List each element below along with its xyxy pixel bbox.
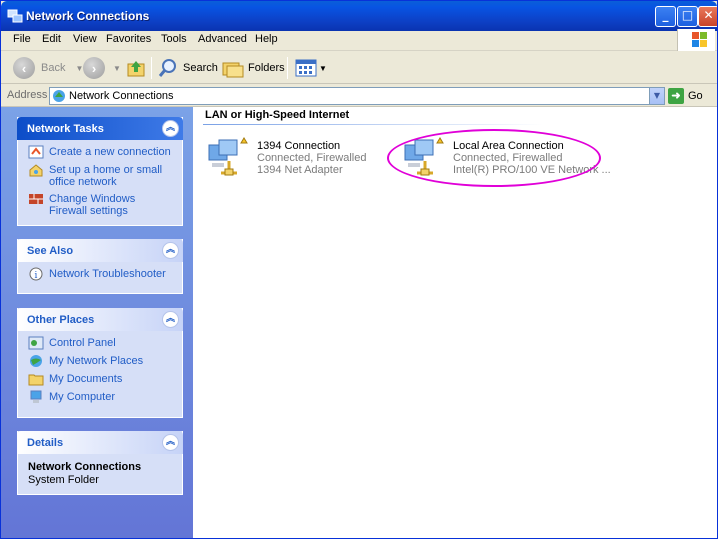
group-divider xyxy=(203,124,543,125)
maximize-button[interactable]: □ xyxy=(677,6,698,27)
connection-device: 1394 Net Adapter xyxy=(257,164,343,176)
network-connections-icon xyxy=(53,90,65,102)
home-network-icon xyxy=(29,164,43,177)
panel-header[interactable]: Details ︽ xyxy=(17,431,183,454)
my-documents-link[interactable]: My Documents xyxy=(28,373,174,386)
window: Network Connections _ □ ✕ File Edit View… xyxy=(0,0,718,539)
address-dropdown-button[interactable]: ▼ xyxy=(649,88,664,104)
toolbar-separator xyxy=(151,57,152,79)
network-troubleshooter-link[interactable]: i Network Troubleshooter xyxy=(28,267,174,281)
panel-title: Details xyxy=(27,437,64,449)
menu-bar: File Edit View Favorites Tools Advanced … xyxy=(1,31,717,51)
go-button[interactable]: ➜ Go xyxy=(668,87,714,105)
menu-edit[interactable]: Edit xyxy=(42,33,61,45)
info-icon: i xyxy=(29,267,43,281)
panel-title: See Also xyxy=(27,245,74,257)
link-label: Control Panel xyxy=(49,337,116,349)
forward-button[interactable]: › ▼ xyxy=(83,56,121,80)
menu-file[interactable]: File xyxy=(13,33,31,45)
windows-logo-icon xyxy=(677,29,715,51)
chevron-down-icon: ▼ xyxy=(113,63,121,73)
views-icon xyxy=(295,59,317,77)
network-connections-icon xyxy=(7,9,23,23)
menu-tools[interactable]: Tools xyxy=(161,33,187,45)
connection-status: Connected, Firewalled xyxy=(257,152,367,164)
back-button[interactable]: ‹ Back ▼ xyxy=(13,56,83,80)
folder-up-icon xyxy=(127,61,145,77)
control-panel-icon xyxy=(28,336,44,350)
details-name: Network Connections xyxy=(28,461,142,473)
highlight-ellipse xyxy=(387,129,601,187)
panel-title: Network Tasks xyxy=(27,123,104,135)
home-network-link[interactable]: Set up a home or small office network xyxy=(28,164,174,188)
minimize-button[interactable]: _ xyxy=(655,6,676,27)
panel-header[interactable]: See Also ︽ xyxy=(17,239,183,262)
back-label: Back xyxy=(41,62,66,74)
back-arrow-icon: ‹ xyxy=(13,57,35,79)
go-label: Go xyxy=(688,90,703,102)
toolbar: ‹ Back ▼ › ▼ Search Folders ▼ xyxy=(1,52,717,84)
menu-help[interactable]: Help xyxy=(255,33,278,45)
address-label: Address xyxy=(7,89,48,101)
forward-arrow-icon: › xyxy=(83,57,105,79)
chevron-down-icon: ▼ xyxy=(319,63,327,73)
globe-icon xyxy=(30,355,42,367)
menu-view[interactable]: View xyxy=(73,33,97,45)
link-label: Create a new connection xyxy=(49,146,171,158)
folders-label: Folders xyxy=(248,62,285,74)
toolbar-separator xyxy=(287,57,288,79)
chevron-up-icon[interactable]: ︽ xyxy=(162,311,179,328)
firewall-settings-link[interactable]: Change Windows Firewall settings xyxy=(28,193,174,217)
svg-text:i: i xyxy=(35,271,38,281)
link-label: My Computer xyxy=(49,391,116,403)
group-header: LAN or High-Speed Internet xyxy=(205,109,350,121)
chevron-up-icon[interactable]: ︽ xyxy=(162,120,179,137)
title-bar[interactable]: Network Connections _ □ ✕ xyxy=(1,1,717,31)
network-tasks-panel: Network Tasks ︽ Create a new connection … xyxy=(17,117,183,226)
chevron-up-icon[interactable]: ︽ xyxy=(162,242,179,259)
window-title: Network Connections xyxy=(26,9,150,23)
menu-favorites[interactable]: Favorites xyxy=(106,33,151,45)
link-label: My Documents xyxy=(49,373,123,385)
folder-icon xyxy=(28,374,44,386)
my-computer-link[interactable]: My Computer xyxy=(28,390,174,404)
menu-advanced[interactable]: Advanced xyxy=(198,33,247,45)
folders-button[interactable]: Folders xyxy=(221,56,285,80)
panel-header[interactable]: Network Tasks ︽ xyxy=(17,117,183,140)
details-panel: Details ︽ Network Connections System Fol… xyxy=(17,431,183,495)
new-connection-icon xyxy=(28,145,44,159)
other-places-panel: Other Places ︽ Control Panel My Network … xyxy=(17,308,183,418)
search-button[interactable]: Search xyxy=(157,56,218,80)
address-input[interactable]: Network Connections ▼ xyxy=(49,87,665,105)
task-pane: Network Tasks ︽ Create a new connection … xyxy=(1,107,193,538)
link-label: Set up a home or small office network xyxy=(49,164,163,188)
computer-icon xyxy=(30,390,42,403)
my-network-places-link[interactable]: My Network Places xyxy=(28,355,174,368)
close-button[interactable]: ✕ xyxy=(698,6,717,27)
firewall-icon xyxy=(29,194,43,204)
link-label: Network Troubleshooter xyxy=(49,268,166,280)
go-arrow-icon: ➜ xyxy=(668,88,684,104)
network-connection-icon xyxy=(208,137,248,176)
connection-1394[interactable]: 1394 Connection Connected, Firewalled 13… xyxy=(207,137,397,189)
panel-header[interactable]: Other Places ︽ xyxy=(17,308,183,331)
panel-title: Other Places xyxy=(27,314,95,326)
create-connection-link[interactable]: Create a new connection xyxy=(28,145,174,159)
see-also-panel: See Also ︽ i Network Troubleshooter xyxy=(17,239,183,294)
control-panel-link[interactable]: Control Panel xyxy=(28,336,174,350)
search-label: Search xyxy=(183,62,218,74)
views-button[interactable]: ▼ xyxy=(295,56,327,80)
up-folder-button[interactable] xyxy=(125,56,147,80)
connection-name: 1394 Connection xyxy=(257,140,341,152)
link-label: My Network Places xyxy=(49,355,144,367)
search-icon xyxy=(158,59,176,77)
address-value: Network Connections xyxy=(69,90,174,102)
chevron-up-icon[interactable]: ︽ xyxy=(162,434,179,451)
folders-icon xyxy=(222,62,244,78)
address-bar: Address Network Connections ▼ ➜ Go xyxy=(1,85,717,107)
details-type: System Folder xyxy=(28,474,99,486)
link-label: Change Windows Firewall settings xyxy=(49,193,136,217)
